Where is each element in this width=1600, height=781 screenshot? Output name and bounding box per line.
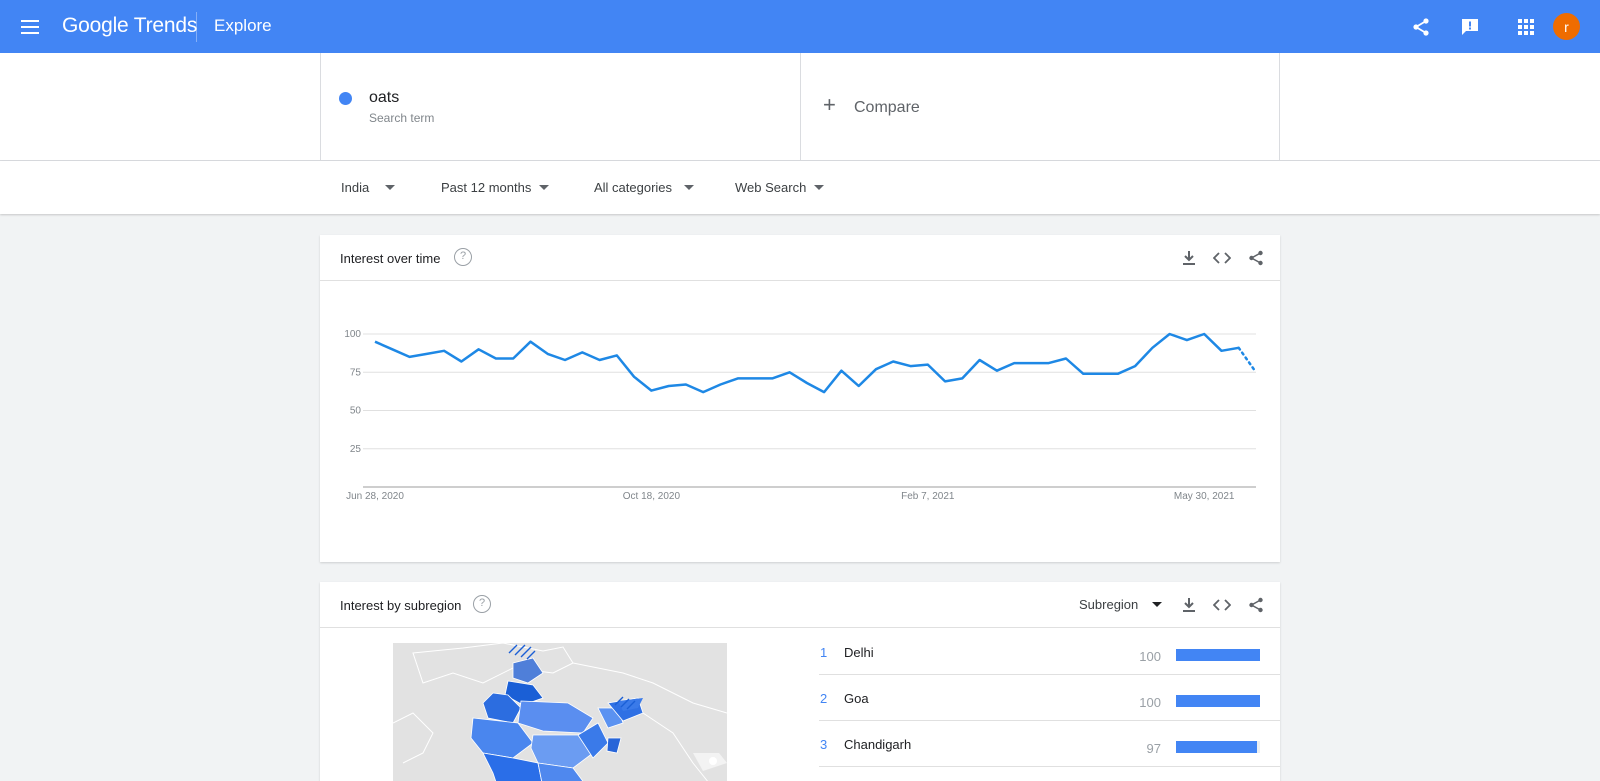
download-icon[interactable] [1178, 247, 1200, 269]
term-color-dot [339, 92, 352, 105]
search-term-card[interactable]: oats Search term [320, 53, 800, 160]
chevron-down-icon [814, 185, 825, 190]
x-tick-label: Jun 28, 2020 [346, 491, 404, 502]
subregion-name[interactable]: Delhi [844, 645, 874, 660]
card-header: Interest by subregion ? Subregion [320, 582, 1280, 628]
filter-bar: India Past 12 months All categories Web … [0, 161, 1600, 214]
subregion-bar-track [1176, 649, 1260, 661]
share-icon[interactable] [1245, 247, 1267, 269]
region-filter[interactable]: India [341, 180, 396, 195]
feedback-icon[interactable] [1457, 14, 1483, 40]
card-title: Interest over time [340, 251, 441, 266]
download-icon[interactable] [1178, 594, 1200, 616]
card-title: Interest by subregion [340, 598, 462, 613]
time-filter[interactable]: Past 12 months [441, 180, 550, 195]
page-title: Explore [214, 16, 272, 35]
resolution-select-label: Subregion [1079, 597, 1139, 612]
time-filter-label: Past 12 months [441, 180, 532, 195]
x-tick-label: May 30, 2021 [1174, 491, 1235, 502]
plus-icon: + [823, 92, 836, 117]
embed-icon[interactable] [1211, 247, 1233, 269]
y-tick-label: 25 [350, 444, 362, 455]
subregion-row[interactable]: 3 Chandigarh 97 [819, 721, 1280, 767]
rank-number: 2 [820, 691, 828, 706]
india-subregion-map[interactable] [393, 643, 727, 781]
search-term-name[interactable]: oats [369, 89, 399, 107]
y-tick-label: 50 [350, 406, 362, 417]
category-filter[interactable]: All categories [594, 180, 695, 195]
share-icon[interactable] [1245, 594, 1267, 616]
subregion-value: 100 [1139, 695, 1161, 710]
chevron-down-icon [539, 185, 550, 190]
menu-icon[interactable] [18, 15, 42, 39]
help-icon[interactable]: ? [454, 248, 472, 266]
compare-card[interactable]: + Compare [800, 53, 1280, 160]
subregion-name[interactable]: Chandigarh [844, 737, 911, 752]
share-icon[interactable] [1408, 14, 1434, 40]
rank-number: 1 [820, 645, 828, 660]
subregion-row[interactable]: 2 Goa 100 [819, 675, 1280, 721]
card-header: Interest over time ? [320, 235, 1280, 281]
x-tick-label: Feb 7, 2021 [901, 491, 955, 502]
interest-over-time-card: Interest over time ? 25 50 75 100 Jun 28, 20… [320, 235, 1280, 562]
subregion-bar [1176, 695, 1260, 707]
subregion-value: 97 [1146, 741, 1161, 756]
rank-number: 3 [820, 737, 828, 752]
subregion-bar [1176, 741, 1258, 753]
search-term-type: Search term [369, 111, 435, 125]
x-tick-label: Oct 18, 2020 [623, 491, 681, 502]
property-filter-label: Web Search [735, 180, 807, 195]
series-partial-line [1237, 346, 1258, 374]
help-icon[interactable]: ? [473, 595, 491, 613]
subregion-name[interactable]: Goa [844, 691, 869, 706]
subregion-bar [1176, 649, 1260, 661]
subregion-value: 100 [1139, 649, 1161, 664]
chevron-down-icon [684, 185, 695, 190]
account-avatar[interactable]: r [1553, 13, 1580, 40]
y-tick-label: 100 [344, 329, 361, 340]
google-trends-logo[interactable]: Google Trends [62, 14, 197, 38]
interest-by-subregion-card: Interest by subregion ? Subregion 1 Delh… [320, 582, 1280, 781]
resolution-select[interactable]: Subregion [1079, 597, 1163, 612]
chevron-down-icon [1152, 602, 1163, 607]
compare-label[interactable]: Compare [854, 99, 920, 117]
chevron-down-icon [385, 185, 396, 190]
subregion-bar-track [1176, 695, 1260, 707]
region-filter-label: India [341, 180, 370, 195]
category-filter-label: All categories [594, 180, 673, 195]
header-divider [196, 12, 197, 42]
embed-icon[interactable] [1211, 594, 1233, 616]
subregion-bar-track [1176, 741, 1260, 753]
apps-icon[interactable] [1513, 14, 1539, 40]
property-filter[interactable]: Web Search [735, 180, 825, 195]
search-terms-bar: oats Search term + Compare [0, 53, 1600, 161]
interest-line-chart: 25 50 75 100 Jun 28, 2020 Oct 18, 2020 Feb 7, … [344, 329, 1258, 502]
subregion-row[interactable]: 1 Delhi 100 [819, 629, 1280, 675]
y-tick-label: 75 [350, 367, 362, 378]
top-app-bar: Google Trends Explore r [0, 0, 1600, 53]
